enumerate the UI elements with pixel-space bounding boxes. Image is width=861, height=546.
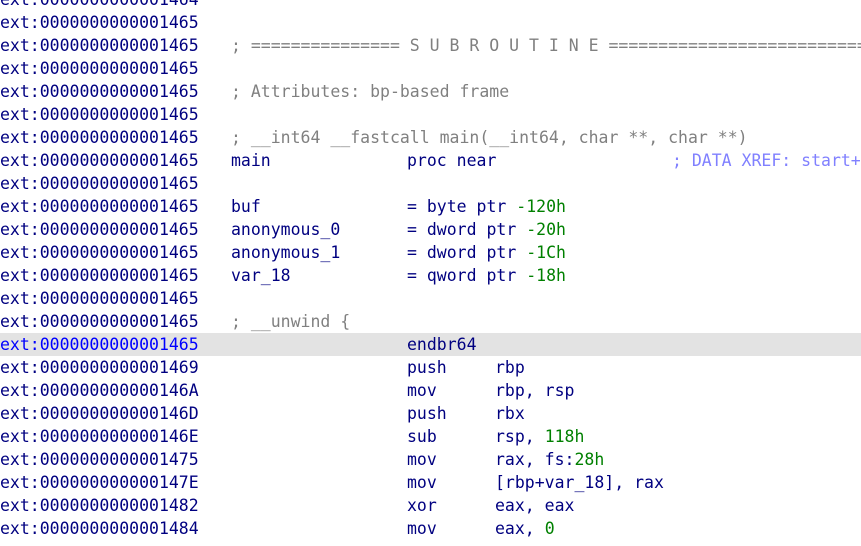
line-mnemonic: xor (407, 496, 437, 515)
line-mnemonic: = dword ptr -20h (407, 220, 566, 239)
listing-line[interactable]: ext:0000000000001465 (0, 103, 861, 126)
listing-line[interactable]: ext:0000000000001464 (0, 0, 861, 11)
listing-line[interactable]: ext:0000000000001465 (0, 57, 861, 80)
line-address[interactable]: ext:0000000000001465 (0, 80, 199, 103)
line-offset: -18h (526, 266, 566, 285)
line-address[interactable]: ext:0000000000001464 (0, 0, 199, 11)
line-address[interactable]: ext:0000000000001465 (0, 264, 199, 287)
line-comment: ; __unwind { (231, 312, 351, 331)
listing-line[interactable]: ext:0000000000001465 var_18 = qword ptr -1… (0, 264, 861, 287)
line-address[interactable]: ext:000000000000146E (0, 425, 199, 448)
line-mnemonic: = qword ptr -18h (407, 266, 566, 285)
line-address[interactable]: ext:0000000000001465 (0, 149, 199, 172)
line-address[interactable]: ext:0000000000001465 (0, 57, 199, 80)
line-address[interactable]: ext:0000000000001465 (0, 287, 199, 310)
line-operands[interactable]: rsp, 118h (495, 425, 584, 448)
line-comment: ; Attributes: bp-based frame (231, 82, 510, 101)
line-operands[interactable]: rbx (495, 402, 525, 425)
line-operands[interactable]: rbp, rsp (495, 379, 574, 402)
line-address[interactable]: ext:000000000000146A (0, 379, 199, 402)
line-address[interactable]: ext:0000000000001465 (0, 172, 199, 195)
line-mnemonic: endbr64 (407, 335, 477, 354)
line-mnemonic: push (407, 404, 447, 423)
listing-line[interactable]: ext:0000000000001469 push rbp (0, 356, 861, 379)
listing-line[interactable]: ext:0000000000001465 anonymous_1 = dword p… (0, 241, 861, 264)
line-mnemonic: mov (407, 381, 437, 400)
listing-line[interactable]: ext:0000000000001465 (0, 287, 861, 310)
line-mnemonic: sub (407, 427, 437, 446)
line-address[interactable]: ext:0000000000001465 (0, 241, 199, 264)
listing-line[interactable]: ext:0000000000001465 (0, 172, 861, 195)
line-address[interactable]: ext:000000000000147E (0, 471, 199, 494)
line-mnemonic: = byte ptr -120h (407, 197, 566, 216)
line-address[interactable]: ext:0000000000001465 (0, 333, 199, 356)
listing-line[interactable]: ext:0000000000001465 ; =============== S … (0, 34, 861, 57)
line-address[interactable]: ext:0000000000001484 (0, 517, 199, 540)
line-operands[interactable]: eax, eax (495, 494, 574, 517)
line-address[interactable]: ext:0000000000001482 (0, 494, 199, 517)
listing-line[interactable]: ext:0000000000001465 ; __int64 __fastcall… (0, 126, 861, 149)
listing-line[interactable]: ext:0000000000001465 main proc near ; DATA … (0, 149, 861, 172)
disassembly-listing[interactable]: ext:0000000000001464ext:0000000000001465… (0, 0, 861, 546)
listing-line[interactable]: ext:0000000000001475 mov rax, fs:28h (0, 448, 861, 471)
line-mnemonic: push (407, 358, 447, 377)
line-label[interactable]: buf (231, 195, 261, 218)
line-immediate: 28h (574, 450, 605, 469)
line-label[interactable]: anonymous_1 (231, 241, 340, 264)
listing-line[interactable]: ext:0000000000001484 mov eax, 0 (0, 517, 861, 540)
line-address[interactable]: ext:0000000000001465 (0, 195, 199, 218)
listing-line[interactable]: ext:000000000000147E mov [rbp+var_18], rax (0, 471, 861, 494)
line-mnemonic: mov (407, 450, 437, 469)
line-address[interactable]: ext:0000000000001465 (0, 34, 199, 57)
line-immediate: 0 (544, 519, 555, 538)
line-address[interactable]: ext:0000000000001465 (0, 310, 199, 333)
listing-line[interactable]: ext:000000000000146D push rbx (0, 402, 861, 425)
line-comment: ; __int64 __fastcall main(__int64, char … (231, 128, 748, 147)
line-operands[interactable]: rax, fs:28h (495, 448, 604, 471)
line-offset: -120h (516, 197, 566, 216)
line-address[interactable]: ext:0000000000001465 (0, 218, 199, 241)
line-label[interactable]: anonymous_0 (231, 218, 340, 241)
listing-line[interactable]: ext:0000000000001465 buf = byte ptr -120h (0, 195, 861, 218)
listing-line[interactable]: ext:000000000000146E sub rsp, 118h (0, 425, 861, 448)
line-immediate: 118h (544, 427, 585, 446)
line-offset: -20h (526, 220, 566, 239)
line-address[interactable]: ext:000000000000146D (0, 402, 199, 425)
listing-line[interactable]: ext:0000000000001482 xor eax, eax (0, 494, 861, 517)
listing-line[interactable]: ext:0000000000001465 (0, 11, 861, 34)
line-mnemonic: = dword ptr -1Ch (407, 243, 566, 262)
line-comment: ; =============== S U B R O U T I N E ==… (231, 36, 861, 55)
listing-line[interactable]: ext:0000000000001465 endbr64 (0, 333, 861, 356)
line-address[interactable]: ext:0000000000001469 (0, 356, 199, 379)
line-label[interactable]: main (231, 149, 271, 172)
line-operands[interactable]: [rbp+var_18], rax (495, 471, 664, 494)
line-mnemonic: mov (407, 519, 437, 538)
line-address[interactable]: ext:0000000000001465 (0, 103, 199, 126)
line-operands[interactable]: rbp (495, 356, 525, 379)
line-address[interactable]: ext:0000000000001475 (0, 448, 199, 471)
listing-line[interactable]: ext:0000000000001465 ; __unwind { (0, 310, 861, 333)
line-offset: -1Ch (526, 243, 566, 262)
line-label[interactable]: var_18 (231, 264, 291, 287)
line-xref[interactable]: ; DATA XREF: start+18 (672, 149, 861, 172)
line-address[interactable]: ext:0000000000001465 (0, 126, 199, 149)
listing-line[interactable]: ext:0000000000001465 anonymous_0 = dword p… (0, 218, 861, 241)
line-mnemonic: proc near (407, 151, 497, 170)
listing-line[interactable]: ext:000000000000146A mov rbp, rsp (0, 379, 861, 402)
listing-line[interactable]: ext:0000000000001465 ; Attributes: bp-bas… (0, 80, 861, 103)
line-operands[interactable]: eax, 0 (495, 517, 555, 540)
line-address[interactable]: ext:0000000000001465 (0, 11, 199, 34)
line-mnemonic: mov (407, 473, 437, 492)
